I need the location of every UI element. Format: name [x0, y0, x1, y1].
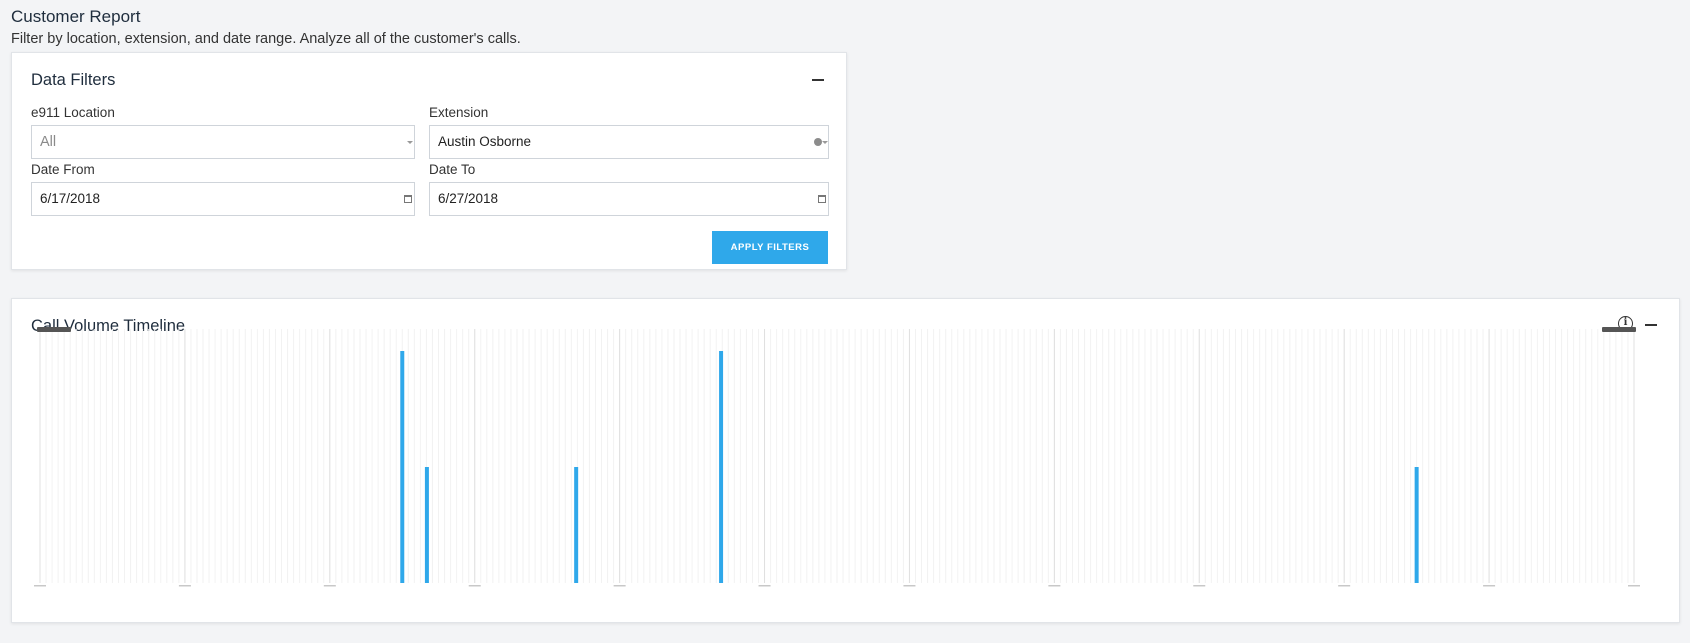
calendar-icon[interactable]	[404, 195, 412, 203]
call-volume-bar[interactable]	[1414, 467, 1419, 583]
page-title: Customer Report	[11, 7, 141, 26]
x-tick-mark	[1483, 585, 1496, 587]
x-tick-mark	[468, 585, 481, 587]
x-tick-mark	[178, 585, 191, 587]
x-tick-mark	[323, 585, 336, 587]
call-volume-timeline-card: Call Volume Timeline i	[11, 298, 1680, 623]
x-tick-mark	[1338, 585, 1351, 587]
call-volume-bar[interactable]	[400, 351, 405, 583]
date-from-input[interactable]: 6/17/2018	[31, 182, 415, 216]
call-volume-chart	[34, 327, 1640, 587]
date-from-value: 6/17/2018	[40, 191, 101, 206]
extension-value: Austin Osborne	[438, 134, 532, 149]
page-subtitle: Filter by location, extension, and date …	[11, 31, 521, 47]
chevron-down-icon	[822, 141, 828, 144]
x-tick-mark	[34, 585, 46, 587]
call-volume-bar[interactable]	[574, 467, 579, 583]
call-volume-bar[interactable]	[424, 467, 429, 583]
x-tick-mark	[758, 585, 771, 587]
minor-gridlines	[39, 329, 1629, 583]
x-tick-mark	[903, 585, 916, 587]
apply-filters-button[interactable]: APPLY FILTERS	[712, 231, 828, 264]
data-filters-title: Data Filters	[31, 71, 116, 89]
date-from-label: Date From	[31, 162, 95, 177]
chevron-down-icon	[407, 141, 413, 144]
e911-location-field: e911 Location All	[31, 105, 415, 159]
clear-icon[interactable]	[814, 138, 822, 146]
x-tick-mark	[1193, 585, 1206, 587]
e911-location-label: e911 Location	[31, 105, 115, 120]
date-from-field: Date From 6/17/2018	[31, 162, 415, 216]
x-tick-mark	[1628, 585, 1640, 587]
date-to-field: Date To 6/27/2018	[429, 162, 829, 216]
collapse-filters-minus-icon[interactable]	[812, 79, 824, 81]
data-filters-card: Data Filters e911 Location All Extension…	[11, 52, 847, 270]
date-to-value: 6/27/2018	[438, 191, 499, 206]
extension-select[interactable]: Austin Osborne	[429, 125, 829, 159]
call-volume-bar[interactable]	[719, 351, 724, 583]
range-start-handle[interactable]	[37, 327, 71, 332]
x-tick-mark	[1048, 585, 1061, 587]
x-tick-mark	[613, 585, 626, 587]
e911-location-select[interactable]: All	[31, 125, 415, 159]
date-to-label: Date To	[429, 162, 476, 177]
range-end-handle[interactable]	[1602, 327, 1636, 332]
extension-label: Extension	[429, 105, 489, 120]
date-to-input[interactable]: 6/27/2018	[429, 182, 829, 216]
page-header: Customer Report Filter by location, exte…	[11, 7, 521, 48]
extension-field: Extension Austin Osborne	[429, 105, 829, 159]
calendar-icon[interactable]	[818, 195, 826, 203]
e911-location-value: All	[40, 134, 57, 150]
